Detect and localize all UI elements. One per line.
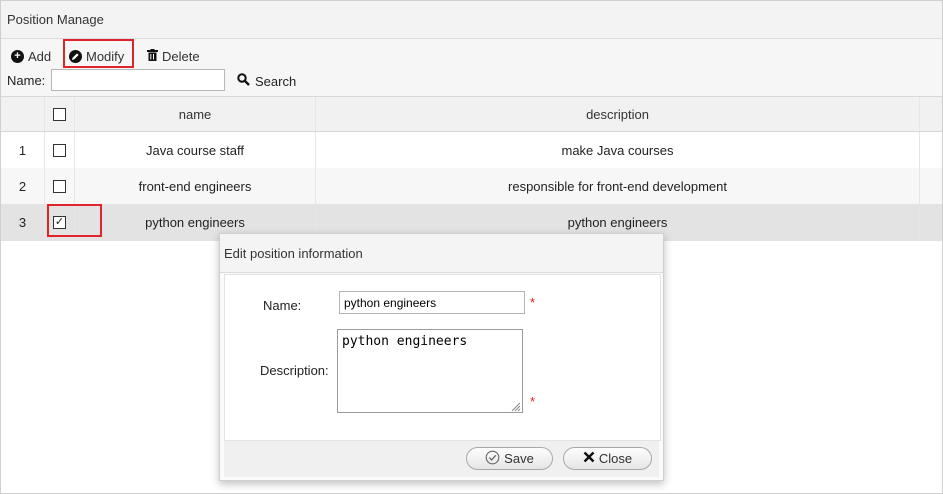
- header-filler: [920, 97, 942, 131]
- row-filler: [920, 132, 942, 168]
- row-filler: [920, 168, 942, 204]
- toolbar: + Add Modify Delete Name: Search: [1, 39, 942, 97]
- row-number: 2: [1, 168, 45, 204]
- search-name-label: Name:: [7, 73, 46, 88]
- add-button-label: Add: [28, 48, 52, 64]
- header-description[interactable]: description: [316, 97, 920, 131]
- search-name-input[interactable]: [51, 69, 225, 91]
- header-rownum-cell: [1, 97, 45, 131]
- name-field-label: Name:: [263, 298, 302, 313]
- edit-position-dialog: Edit position information Name: * Descri…: [219, 233, 664, 481]
- delete-button-label: Delete: [162, 48, 200, 64]
- name-required-mark: *: [530, 295, 536, 310]
- resize-handle-icon[interactable]: [510, 400, 521, 415]
- plus-circle-icon: +: [11, 49, 24, 63]
- magnifier-icon: [237, 73, 250, 89]
- dialog-title-bar[interactable]: Edit position information: [220, 234, 663, 273]
- x-icon: [583, 451, 595, 466]
- description-field[interactable]: python engineers: [337, 329, 523, 413]
- name-field[interactable]: [339, 291, 525, 314]
- position-manage-panel: Position Manage + Add Modify Delete Name…: [0, 0, 943, 494]
- row-description: make Java courses: [316, 132, 920, 168]
- close-button[interactable]: Close: [563, 447, 652, 470]
- row-number: 3: [1, 204, 45, 240]
- header-name[interactable]: name: [75, 97, 316, 131]
- row-number: 1: [1, 132, 45, 168]
- save-button[interactable]: Save: [466, 447, 553, 470]
- check-circle-icon: [485, 450, 500, 468]
- checkbox-highlight-box: [47, 204, 102, 237]
- grid-header-row: name description: [1, 97, 942, 132]
- panel-title: Position Manage: [7, 12, 104, 27]
- panel-header: Position Manage: [1, 1, 942, 39]
- trash-icon: [147, 48, 158, 64]
- search-button[interactable]: Search: [237, 73, 296, 89]
- add-button[interactable]: + Add: [11, 47, 51, 65]
- row-filler: [920, 204, 942, 240]
- table-row[interactable]: 1 Java course staff make Java courses: [1, 132, 942, 169]
- row-checkbox-cell[interactable]: [45, 132, 75, 168]
- row-checkbox[interactable]: [53, 179, 66, 193]
- row-checkbox-cell[interactable]: [45, 168, 75, 204]
- table-row[interactable]: 2 front-end engineers responsible for fr…: [1, 168, 942, 205]
- dialog-form: Name: * Description: python engineers *: [224, 274, 661, 441]
- select-all-checkbox[interactable]: [53, 107, 66, 121]
- dialog-footer: Save Close: [224, 440, 659, 477]
- row-checkbox[interactable]: [53, 143, 66, 157]
- row-name: Java course staff: [75, 132, 316, 168]
- save-button-label: Save: [504, 451, 534, 466]
- close-button-label: Close: [598, 451, 633, 466]
- row-description: responsible for front-end development: [316, 168, 920, 204]
- search-button-label: Search: [255, 73, 297, 89]
- modify-highlight-box: [63, 39, 134, 68]
- description-field-label: Description:: [260, 363, 329, 378]
- row-name: front-end engineers: [75, 168, 316, 204]
- header-checkbox-cell[interactable]: [45, 97, 75, 131]
- dialog-title: Edit position information: [224, 246, 363, 261]
- description-required-mark: *: [530, 394, 536, 409]
- delete-button[interactable]: Delete: [147, 47, 200, 65]
